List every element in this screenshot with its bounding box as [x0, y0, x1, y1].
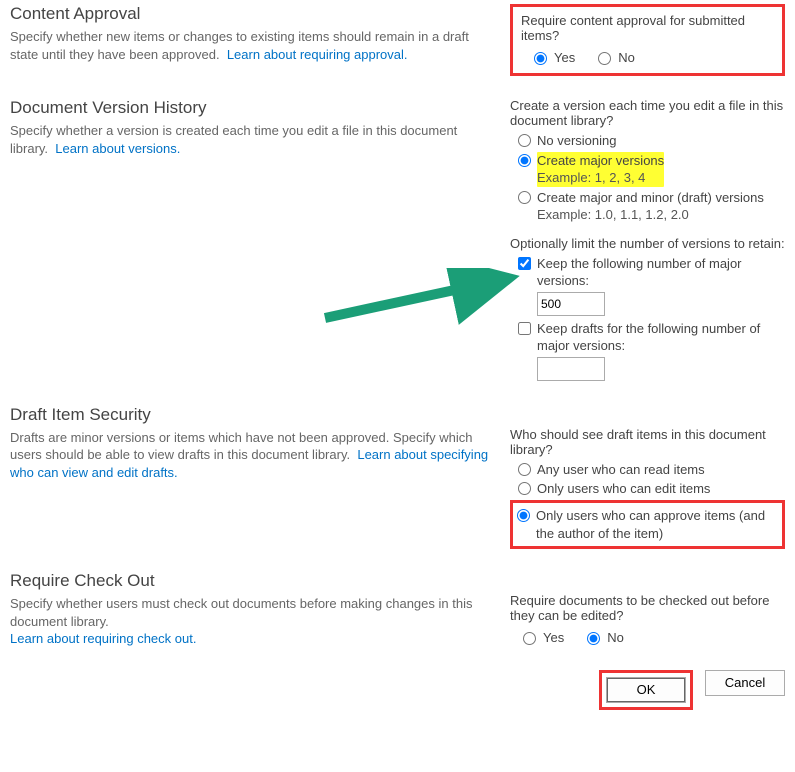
radio-checkout-no[interactable]: No [582, 629, 624, 645]
section-content-approval: Content Approval Specify whether new ite… [10, 4, 785, 76]
highlight-major-versions: Create major versionsExample: 1, 2, 3, 4 [537, 152, 664, 187]
radio-any-user[interactable]: Any user who can read items [518, 461, 785, 479]
question-content-approval: Require content approval for submitted i… [521, 13, 774, 43]
radio-no-versioning[interactable]: No versioning [518, 132, 785, 150]
section-version-history: Document Version History Specify whether… [10, 98, 785, 383]
radio-major-versions[interactable]: Create major versionsExample: 1, 2, 3, 4 [518, 152, 785, 187]
checkbox-keep-drafts[interactable]: Keep drafts for the following number of … [518, 320, 785, 381]
checkbox-keep-major[interactable]: Keep the following number of major versi… [518, 255, 785, 316]
highlight-approve-users: Only users who can approve items (and th… [510, 500, 785, 549]
ok-button[interactable]: OK [606, 677, 686, 703]
radio-approval-yes[interactable]: Yes [529, 49, 575, 65]
title-draft-security: Draft Item Security [10, 405, 492, 425]
highlight-ok: OK [599, 670, 693, 710]
cancel-button[interactable]: Cancel [705, 670, 785, 696]
question-draft-visibility: Who should see draft items in this docum… [510, 427, 785, 457]
desc-version-history: Specify whether a version is created eac… [10, 122, 492, 157]
input-major-versions[interactable] [537, 292, 605, 316]
highlight-content-approval: Require content approval for submitted i… [510, 4, 785, 76]
radio-approve-users[interactable]: Only users who can approve items (and th… [517, 507, 778, 542]
question-versioning: Create a version each time you edit a fi… [510, 98, 785, 128]
radio-edit-users[interactable]: Only users who can edit items [518, 480, 785, 498]
desc-check-out: Specify whether users must check out doc… [10, 595, 492, 648]
radio-approval-no[interactable]: No [593, 49, 635, 65]
radio-checkout-yes[interactable]: Yes [518, 629, 564, 645]
section-check-out: Require Check Out Specify whether users … [10, 571, 785, 648]
desc-draft-security: Drafts are minor versions or items which… [10, 429, 492, 482]
radio-minor-versions[interactable]: Create major and minor (draft) versionsE… [518, 189, 785, 224]
input-draft-versions[interactable] [537, 357, 605, 381]
question-limit-versions: Optionally limit the number of versions … [510, 236, 785, 251]
title-version-history: Document Version History [10, 98, 492, 118]
dialog-buttons: OK Cancel [10, 670, 785, 710]
title-check-out: Require Check Out [10, 571, 492, 591]
question-check-out: Require documents to be checked out befo… [510, 593, 785, 623]
section-draft-security: Draft Item Security Drafts are minor ver… [10, 405, 785, 549]
link-requiring-approval[interactable]: Learn about requiring approval. [227, 47, 408, 62]
link-learn-versions[interactable]: Learn about versions. [55, 141, 180, 156]
link-check-out[interactable]: Learn about requiring check out. [10, 631, 196, 646]
title-content-approval: Content Approval [10, 4, 492, 24]
desc-content-approval: Specify whether new items or changes to … [10, 28, 492, 63]
